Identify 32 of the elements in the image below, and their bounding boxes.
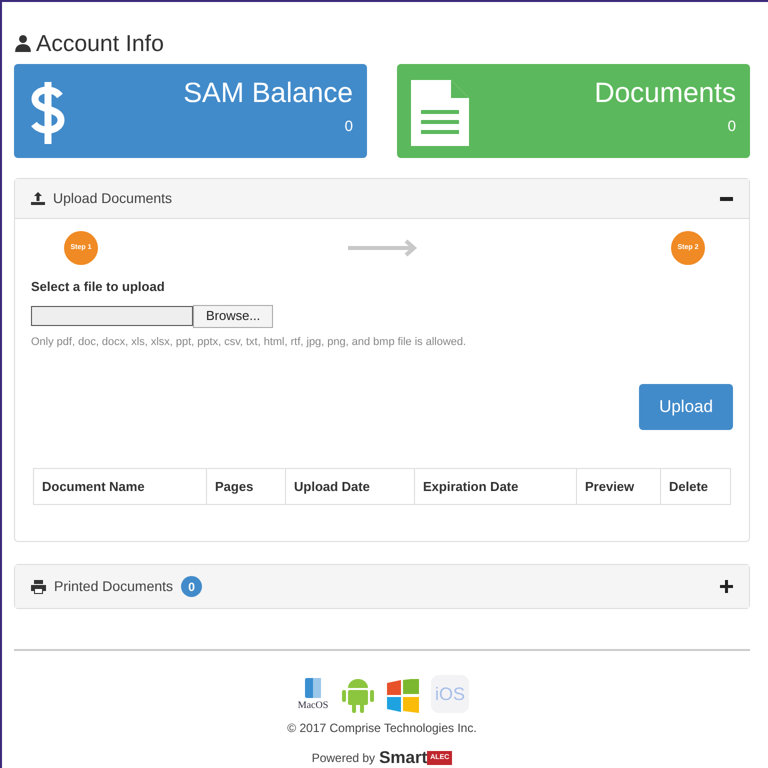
expand-icon[interactable] [720, 580, 733, 593]
file-input-field[interactable] [31, 306, 193, 326]
upload-icon [31, 192, 45, 205]
column-header: Delete [660, 469, 730, 504]
page-title: Account Info [36, 28, 164, 58]
tile-value: 0 [728, 117, 736, 137]
copyright-text: © 2017 Comprise Technologies Inc. [287, 720, 477, 737]
field-label: Select a file to upload [31, 278, 165, 296]
user-icon [14, 34, 32, 52]
tile-value: 0 [344, 117, 353, 137]
printer-icon [31, 580, 46, 594]
count-badge: 0 [181, 576, 202, 597]
powered-by-text: Powered by [312, 750, 376, 767]
macos-logo: MacOS [295, 678, 331, 713]
tile-label: Documents [594, 76, 736, 110]
ios-logo: iOS [431, 675, 469, 713]
panel-title: Printed Documents [54, 577, 174, 596]
column-header: Upload Date [285, 469, 414, 504]
column-header: Document Name [41, 478, 146, 496]
panel-title: Upload Documents [53, 189, 172, 208]
windows-logo [385, 679, 421, 713]
column-header: Preview [576, 469, 660, 504]
panel-header[interactable]: Upload Documents [15, 179, 749, 219]
column-header: Expiration Date [414, 469, 576, 504]
column-header: Pages [206, 469, 285, 504]
browse-button[interactable]: Browse... [193, 304, 274, 328]
panel-header[interactable]: Printed Documents 0 [15, 565, 749, 608]
file-type-hint: Only pdf, doc, docx, xls, xlsx, ppt, pptx, csv, txt, html, rtf, jpg, png, and bmp file is allowed. [31, 334, 466, 350]
document-icon [411, 80, 469, 146]
collapse-icon[interactable] [720, 196, 733, 200]
tile-label: SAM Balance [183, 76, 353, 110]
upload-button[interactable]: Upload [639, 384, 733, 430]
